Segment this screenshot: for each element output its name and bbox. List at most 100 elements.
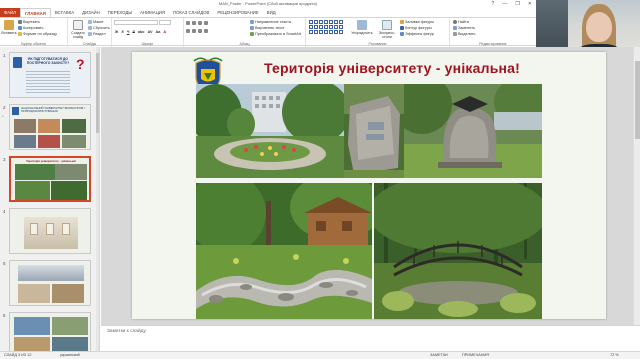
shape-outline-label: Контур фигуры bbox=[405, 26, 432, 30]
cut-button[interactable]: Вырезать bbox=[18, 20, 40, 24]
tab-animations[interactable]: АНИМАЦИЯ bbox=[136, 8, 169, 17]
tab-view[interactable]: ВИД bbox=[263, 8, 280, 17]
align-buttons bbox=[186, 29, 208, 33]
strikethrough-button[interactable]: S bbox=[132, 30, 135, 34]
ribbon-tabs: ФАЙЛ ГЛАВНАЯ ВСТАВКА ДИЗАЙН ПЕРЕХОДЫ АНИ… bbox=[0, 8, 536, 17]
shape-effects-button[interactable]: Эффекты фигур bbox=[400, 32, 434, 36]
notes-button[interactable]: ЗАМЕТКИ bbox=[430, 353, 448, 357]
align-center-icon[interactable] bbox=[192, 29, 196, 33]
font-size-field[interactable] bbox=[159, 20, 171, 25]
tab-home[interactable]: ГЛАВНАЯ bbox=[19, 8, 51, 17]
smartart-button[interactable]: Преобразовать в SmartArt bbox=[250, 32, 301, 36]
emblem-icon bbox=[12, 107, 19, 115]
slide-title[interactable]: Територія університету - унікальна! bbox=[202, 60, 582, 76]
tab-design[interactable]: ДИЗАЙН bbox=[78, 8, 104, 17]
current-slide[interactable]: Територія університету - унікальна! bbox=[132, 52, 606, 319]
slide-number: 3 bbox=[3, 157, 6, 162]
tab-review[interactable]: РЕЦЕНЗИРОВАНИЕ bbox=[213, 8, 262, 17]
graduation-monument-photo[interactable] bbox=[404, 84, 542, 178]
quick-styles-button[interactable]: Экспресс-стили bbox=[376, 20, 398, 39]
quick-styles-icon bbox=[382, 20, 392, 30]
indent-increase-icon[interactable] bbox=[204, 21, 208, 25]
webcam-person-face bbox=[586, 12, 612, 42]
restore-button[interactable]: ❐ bbox=[515, 1, 519, 7]
bullets-icon[interactable] bbox=[186, 21, 190, 25]
notes-pane[interactable]: Заметки к слайду bbox=[101, 325, 640, 351]
spacing-button[interactable]: AV bbox=[148, 30, 153, 34]
tab-file[interactable]: ФАЙЛ bbox=[0, 8, 20, 17]
font-name-field[interactable] bbox=[114, 20, 158, 25]
close-button[interactable]: ✕ bbox=[528, 1, 532, 7]
format-painter-button[interactable]: Формат по образцу bbox=[18, 32, 57, 36]
bold-button[interactable]: Ж bbox=[115, 30, 118, 34]
underline-button[interactable]: Ч bbox=[127, 30, 130, 34]
slide-thumbnail-6[interactable]: 6 bbox=[0, 312, 99, 351]
slide-thumbnail-panel: 1 ЯК ПІДГОТУВАТИСЯ ДО ПОСТЕРНОГО ЗАХИСТУ… bbox=[0, 47, 100, 351]
numbering-icon[interactable] bbox=[192, 21, 196, 25]
align-left-icon[interactable] bbox=[186, 29, 190, 33]
thumbnail-title: Територія університету - унікальна! bbox=[26, 159, 76, 163]
replace-button[interactable]: Заменить bbox=[453, 26, 475, 30]
thumbnail-photo bbox=[52, 317, 88, 335]
italic-button[interactable]: К bbox=[121, 30, 123, 34]
comments-button[interactable]: ПРИМЕЧАНИЯ bbox=[462, 353, 489, 357]
shape-outline-button[interactable]: Контур фигуры bbox=[400, 26, 432, 30]
slide-thumbnail-2[interactable]: 2 * НАЦІОНАЛЬНИЙ УНІВЕРСИТЕТ БІОРЕСУРСІВ… bbox=[0, 104, 99, 152]
replace-label: Заменить bbox=[458, 26, 476, 30]
find-button[interactable]: Найти bbox=[453, 20, 469, 24]
shadow-button[interactable]: abc bbox=[138, 30, 145, 34]
language-indicator[interactable]: украинский bbox=[60, 353, 80, 357]
slide-thumbnail-1[interactable]: 1 ЯК ПІДГОТУВАТИСЯ ДО ПОСТЕРНОГО ЗАХИСТУ… bbox=[0, 52, 99, 100]
shape-effects-label: Эффекты фигур bbox=[405, 32, 434, 36]
case-button[interactable]: Aa bbox=[156, 30, 161, 34]
layout-button[interactable]: Макет bbox=[88, 20, 104, 24]
align-text-icon bbox=[250, 26, 254, 30]
select-button[interactable]: Выделить bbox=[453, 32, 476, 36]
shapes-gallery[interactable] bbox=[309, 20, 343, 34]
thumbnail-photo bbox=[55, 164, 87, 180]
campus-park-photo[interactable] bbox=[196, 84, 344, 178]
slides-group-label: Слайды bbox=[82, 42, 97, 46]
section-button[interactable]: Раздел bbox=[88, 32, 106, 36]
thumbnail-photo bbox=[15, 164, 55, 180]
zoom-level[interactable]: 72 % bbox=[610, 353, 619, 357]
thumbnail-title: ЯК ПІДГОТУВАТИСЯ ДО ПОСТЕРНОГО ЗАХИСТУ? bbox=[26, 57, 70, 65]
new-slide-label: Создать слайд bbox=[71, 31, 85, 39]
editing-group: Найти Заменить Выделить Редактирование bbox=[450, 18, 536, 47]
paste-button[interactable]: Вставить bbox=[1, 20, 17, 35]
slide-thumbnail-4[interactable]: 4 bbox=[0, 208, 99, 256]
text-direction-button[interactable]: Направление текста bbox=[250, 20, 291, 24]
reset-button[interactable]: Сбросить bbox=[88, 26, 110, 30]
tab-slideshow[interactable]: ПОКАЗ СЛАЙДОВ bbox=[169, 8, 213, 17]
thumbnail-scrollbar[interactable] bbox=[96, 47, 99, 351]
garden-cabin-photo[interactable] bbox=[196, 183, 372, 319]
tab-insert[interactable]: ВСТАВКА bbox=[51, 8, 78, 17]
help-button[interactable]: ? bbox=[492, 1, 495, 7]
shape-fill-button[interactable]: Заливка фигуры bbox=[400, 20, 434, 24]
thumbnail-preview-selected: Територія університету - унікальна! bbox=[9, 156, 91, 202]
reset-label: Сбросить bbox=[93, 26, 110, 30]
slide-scrollbar[interactable] bbox=[633, 47, 640, 325]
new-slide-button[interactable]: Создать слайд bbox=[69, 20, 87, 39]
minimize-button[interactable]: — bbox=[502, 1, 507, 7]
scrollbar-thumb[interactable] bbox=[96, 53, 99, 133]
arrange-button[interactable]: Упорядочить bbox=[350, 20, 374, 35]
thumbnail-photo bbox=[14, 337, 50, 351]
forest-bridge-photo[interactable] bbox=[374, 183, 542, 319]
thumbnail-title: НАЦІОНАЛЬНИЙ УНІВЕРСИТЕТ БІОРЕСУРСІВ І П… bbox=[21, 106, 85, 114]
slide-thumbnail-5[interactable]: 5 bbox=[0, 260, 99, 308]
memorial-stone-photo[interactable] bbox=[344, 84, 404, 178]
slide-thumbnail-3[interactable]: 3 Територія університету - унікальна! bbox=[0, 156, 99, 204]
thumbnail-preview: НАЦІОНАЛЬНИЙ УНІВЕРСИТЕТ БІОРЕСУРСІВ І П… bbox=[9, 104, 91, 150]
align-text-button[interactable]: Выровнять текст bbox=[250, 26, 285, 30]
copy-button[interactable]: Копировать bbox=[18, 26, 43, 30]
slide-editing-area: Територія університету - унікальна! bbox=[101, 47, 640, 325]
align-right-icon[interactable] bbox=[198, 29, 202, 33]
justify-icon[interactable] bbox=[204, 29, 208, 33]
scrollbar-thumb[interactable] bbox=[635, 61, 640, 139]
effects-icon bbox=[400, 32, 404, 36]
tab-transitions[interactable]: ПЕРЕХОДЫ bbox=[104, 8, 136, 17]
font-color-button[interactable]: A bbox=[163, 30, 166, 34]
indent-decrease-icon[interactable] bbox=[198, 21, 202, 25]
list-buttons bbox=[186, 21, 208, 25]
